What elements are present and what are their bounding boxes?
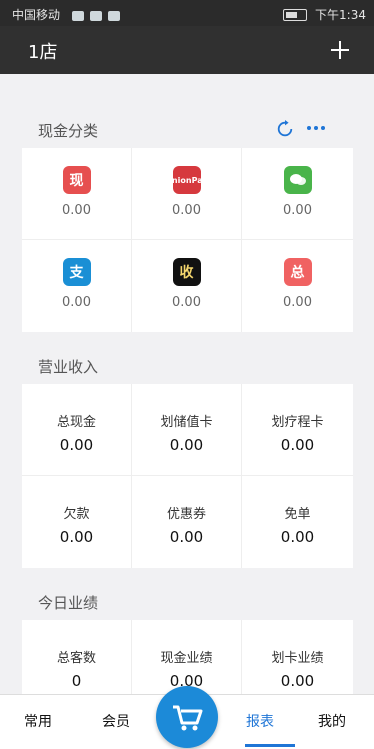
today-value: 0 [71,672,82,690]
report-content: 现金分类 现 0.00 UnionPay 0.00 0.00 支 0.00 收 … [0,74,374,694]
more-icon[interactable] [306,125,326,131]
carrier-text: 中国移动 [12,8,61,22]
revenue-label: 优惠券 [166,507,206,522]
app-bar: 1店 [0,26,374,74]
alipay-icon: 支 [62,258,91,286]
add-button[interactable] [324,34,356,66]
revenue-label: 欠款 [63,507,90,522]
revenue-grid: 总现金 0.00 划储值卡 0.00 划疗程卡 0.00 欠款 0.00 优惠券… [22,384,353,568]
revenue-value: 0.00 [280,436,315,454]
revenue-value: 0.00 [59,528,94,546]
cash-value: 0.00 [62,203,91,218]
today-item-total-customers[interactable]: 总客数 0 [22,620,132,694]
status-right: 下午1:34 [283,6,366,23]
cash-item-shou[interactable]: 收 0.00 [132,240,242,332]
revenue-item-stored-card[interactable]: 划储值卡 0.00 [132,384,242,476]
cash-item-wechat[interactable]: 0.00 [242,148,353,240]
nav-item-mine[interactable]: 我的 [318,711,346,731]
revenue-item-free[interactable]: 免单 0.00 [242,476,353,568]
unionpay-icon: UnionPay [165,166,208,194]
xian-icon: 现 [62,166,91,194]
revenue-value: 0.00 [169,436,204,454]
cash-category-header: 现金分类 [0,108,374,148]
today-value: 0.00 [280,672,315,690]
cash-item-alipay[interactable]: 支 0.00 [22,240,132,332]
revenue-value: 0.00 [280,528,315,546]
revenue-item-debt[interactable]: 欠款 0.00 [22,476,132,568]
cash-value: 0.00 [172,203,201,218]
refresh-icon[interactable] [276,120,294,138]
revenue-label: 划疗程卡 [271,415,324,430]
store-title: 1店 [28,42,58,63]
revenue-item-treatment-card[interactable]: 划疗程卡 0.00 [242,384,353,476]
cash-value: 0.00 [283,203,312,218]
cash-item-unionpay[interactable]: UnionPay 0.00 [132,148,242,240]
nav-item-member[interactable]: 会员 [102,711,130,731]
today-label: 现金业绩 [160,651,213,666]
revenue-value: 0.00 [59,436,94,454]
wechat-icon [283,166,312,194]
revenue-value: 0.00 [169,528,204,546]
revenue-label: 划储值卡 [160,415,213,430]
today-performance-header: 今日业绩 [0,580,374,620]
cash-item-xian[interactable]: 现 0.00 [22,148,132,240]
cash-item-zong[interactable]: 总 0.00 [242,240,353,332]
wechat-bubble-icon [289,174,306,185]
status-bar: 中国移动 下午1:34 [0,0,374,26]
revenue-label: 免单 [284,507,311,522]
cash-category-title: 现金分类 [38,122,99,140]
cart-icon [173,705,203,731]
nav-item-report[interactable]: 报表 [246,711,274,731]
clock: 下午1:34 [315,8,366,22]
signal-icon [71,10,84,21]
cash-category-grid: 现 0.00 UnionPay 0.00 0.00 支 0.00 收 0.00 [22,148,353,332]
today-item-card-performance[interactable]: 划卡业绩 0.00 [242,620,353,694]
cart-fab-button[interactable] [156,686,218,748]
today-label: 划卡业绩 [271,651,324,666]
revenue-label: 总现金 [56,415,96,430]
carrier: 中国移动 [12,6,120,23]
notification-icon [107,10,120,21]
plus-icon [331,41,349,59]
shou-icon: 收 [172,258,201,286]
zong-icon: 总 [283,258,312,286]
today-label: 总客数 [56,651,96,666]
cash-value: 0.00 [172,295,201,310]
today-performance-title: 今日业绩 [38,594,99,612]
revenue-item-coupon[interactable]: 优惠券 0.00 [132,476,242,568]
cash-value: 0.00 [62,295,91,310]
nav-item-common[interactable]: 常用 [24,711,52,731]
active-tab-indicator [245,744,295,747]
revenue-item-total-cash[interactable]: 总现金 0.00 [22,384,132,476]
cash-value: 0.00 [283,295,312,310]
revenue-header: 营业收入 [0,344,374,384]
today-performance-grid: 总客数 0 现金业绩 0.00 划卡业绩 0.00 [22,620,353,694]
battery-icon [283,8,308,21]
today-item-cash-performance[interactable]: 现金业绩 0.00 [132,620,242,694]
revenue-title: 营业收入 [38,358,99,376]
wifi-icon [89,10,102,21]
